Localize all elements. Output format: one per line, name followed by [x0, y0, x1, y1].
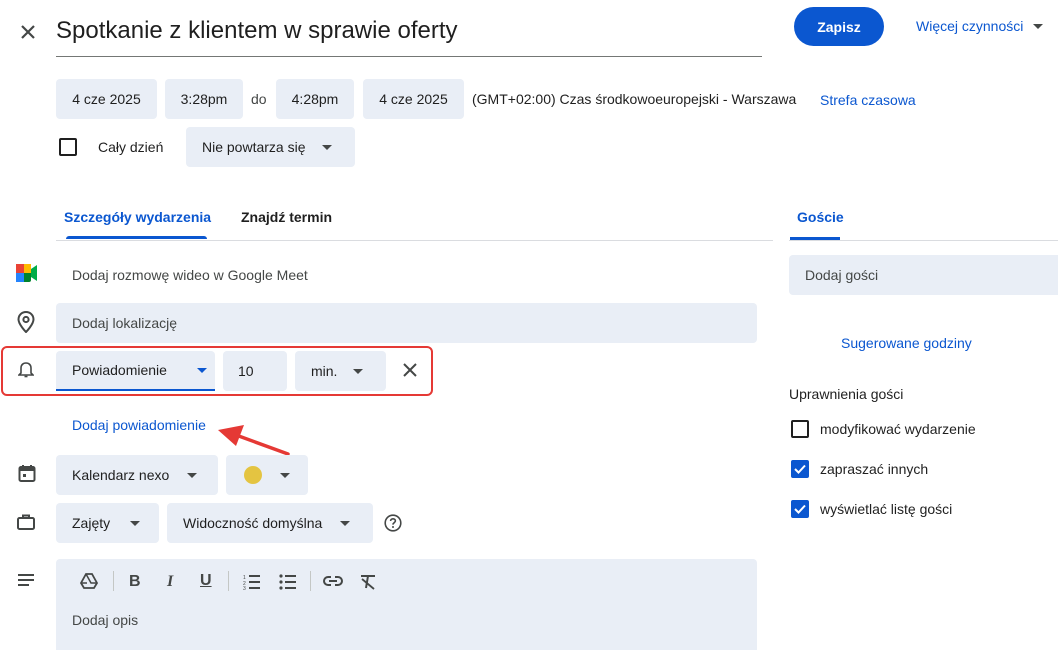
- title-input[interactable]: Spotkanie z klientem w sprawie oferty: [56, 12, 762, 57]
- all-day-checkbox[interactable]: [59, 138, 77, 156]
- clear-formatting-icon[interactable]: [360, 574, 376, 590]
- permission-invite-label: zapraszać innych: [820, 461, 929, 477]
- chevron-down-icon: [353, 368, 364, 374]
- description-icon: [18, 574, 34, 586]
- guests-divider: [789, 240, 1058, 241]
- add-notification-link[interactable]: Dodaj powiadomienie: [72, 417, 206, 433]
- busy-status-dropdown[interactable]: Zajęty: [56, 503, 159, 543]
- calendar-dropdown[interactable]: Kalendarz nexo: [56, 455, 218, 495]
- permission-modify-label: modyfikować wydarzenie: [820, 421, 976, 437]
- visibility-dropdown[interactable]: Widoczność domyślna: [167, 503, 373, 543]
- permission-see-list-checkbox[interactable]: [791, 500, 809, 518]
- calendar-icon: [18, 464, 36, 482]
- permission-modify-checkbox[interactable]: [791, 420, 809, 438]
- timezone-link[interactable]: Strefa czasowa: [820, 92, 916, 108]
- chevron-down-icon: [1033, 23, 1044, 29]
- notification-type-dropdown[interactable]: Powiadomienie: [56, 351, 215, 391]
- notification-unit-dropdown[interactable]: min.: [295, 351, 386, 391]
- permission-see-list-label: wyświetlać listę gości: [820, 501, 953, 517]
- event-color-dropdown[interactable]: [226, 455, 308, 495]
- description-editor[interactable]: B I U 123 Dodaj opis: [56, 559, 757, 650]
- google-drive-icon[interactable]: [80, 573, 98, 589]
- to-label: do: [251, 91, 267, 107]
- end-date-button[interactable]: 4 cze 2025: [363, 79, 464, 119]
- description-placeholder: Dodaj opis: [72, 612, 139, 628]
- numbered-list-icon[interactable]: 123: [243, 574, 261, 590]
- chevron-down-icon: [130, 520, 141, 526]
- bulleted-list-icon[interactable]: [279, 574, 297, 590]
- description-toolbar: B I U 123: [56, 559, 757, 603]
- location-pin-icon: [17, 311, 35, 333]
- toolbar-divider: [228, 571, 229, 591]
- tab-find-time[interactable]: Znajdź termin: [241, 209, 332, 225]
- page-title: Spotkanie z klientem w sprawie oferty: [56, 17, 458, 44]
- tabs-divider: [56, 240, 773, 241]
- remove-notification-icon[interactable]: [403, 363, 417, 377]
- tab-event-details[interactable]: Szczegóły wydarzenia: [64, 209, 211, 225]
- chevron-down-icon: [187, 472, 198, 478]
- underline-icon[interactable]: U: [200, 572, 212, 590]
- start-time-button[interactable]: 3:28pm: [165, 79, 243, 119]
- chevron-down-icon: [196, 367, 207, 373]
- svg-text:3: 3: [243, 586, 246, 590]
- timezone-text: (GMT+02:00) Czas środkowoeuropejski - Wa…: [472, 91, 797, 107]
- end-time-button[interactable]: 4:28pm: [276, 79, 354, 119]
- save-button[interactable]: Zapisz: [794, 7, 884, 46]
- toolbar-divider: [310, 571, 311, 591]
- chevron-down-icon: [321, 144, 332, 150]
- close-icon[interactable]: [18, 22, 38, 42]
- notification-value-input[interactable]: 10: [223, 351, 287, 391]
- color-swatch: [244, 466, 262, 484]
- add-guests-input[interactable]: Dodaj gości: [789, 255, 1058, 295]
- repeat-dropdown[interactable]: Nie powtarza się: [186, 127, 355, 167]
- bold-icon[interactable]: B: [129, 573, 141, 591]
- toolbar-divider: [113, 571, 114, 591]
- suggested-times-link[interactable]: Sugerowane godziny: [841, 335, 972, 351]
- help-icon[interactable]: [384, 514, 402, 532]
- location-input[interactable]: Dodaj lokalizację: [56, 303, 757, 343]
- all-day-label: Cały dzień: [98, 139, 164, 155]
- italic-icon[interactable]: I: [167, 573, 173, 591]
- start-date-button[interactable]: 4 cze 2025: [56, 79, 157, 119]
- google-meet-icon: [16, 264, 38, 282]
- guest-permissions-title: Uprawnienia gości: [789, 386, 904, 402]
- checkmark-icon: [794, 504, 806, 514]
- link-icon[interactable]: [323, 576, 343, 586]
- tab-indicator: [66, 236, 207, 239]
- chevron-down-icon: [340, 520, 351, 526]
- checkmark-icon: [794, 464, 806, 474]
- tab-guests[interactable]: Goście: [797, 209, 844, 225]
- chevron-down-icon: [280, 472, 290, 478]
- permission-invite-checkbox[interactable]: [791, 460, 809, 478]
- more-actions-button[interactable]: Więcej czynności: [916, 16, 1044, 36]
- add-meet-button[interactable]: Dodaj rozmowę wideo w Google Meet: [72, 267, 308, 283]
- bell-icon: [18, 360, 34, 378]
- briefcase-icon: [17, 514, 35, 530]
